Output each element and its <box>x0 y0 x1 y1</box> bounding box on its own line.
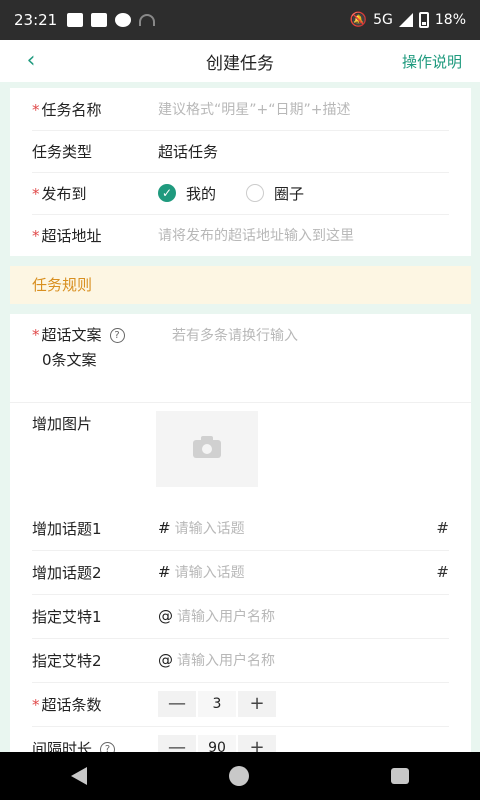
basic-info-card: * 任务名称 建议格式“明星”+“日期”+描述 任务类型 超话任务 * 发布到 ✓ … <box>10 88 471 256</box>
radio-circle-icon[interactable] <box>246 184 265 202</box>
status-bar: 23:21 🔕 5G 18% <box>0 0 480 40</box>
post-count-value[interactable]: 3 <box>198 691 236 717</box>
topic2-input[interactable]: 请输入话题 <box>175 562 245 582</box>
at-prefix: @ <box>158 607 173 625</box>
copy-count: 0条文案 <box>42 351 97 369</box>
increment-button[interactable]: + <box>238 691 276 717</box>
battery-icon <box>418 12 429 28</box>
alert-icon <box>91 13 108 27</box>
chaohua-url-row[interactable]: * 超话地址 请将发布的超话地址输入到这里 <box>10 214 471 256</box>
message-icon <box>67 13 84 27</box>
task-type-label: 任务类型 <box>32 142 93 161</box>
nav-home-icon[interactable] <box>229 766 249 786</box>
mention1-input[interactable]: 请输入用户名称 <box>177 606 275 626</box>
post-count-label: 超话条数 <box>41 695 102 714</box>
task-name-row[interactable]: * 任务名称 建议格式“明星”+“日期”+描述 <box>10 88 471 130</box>
task-name-input[interactable]: 建议格式“明星”+“日期”+描述 <box>158 99 350 119</box>
mention2-row[interactable]: 指定艾特2 @ 请输入用户名称 <box>10 638 471 682</box>
app-header: ‹ 创建任务 操作说明 <box>0 40 480 82</box>
topic1-row[interactable]: 增加话题1 # 请输入话题 # <box>10 506 471 550</box>
mention1-row[interactable]: 指定艾特1 @ 请输入用户名称 <box>10 594 471 638</box>
nav-recents-icon[interactable] <box>391 768 409 784</box>
post-count-row: * 超话条数 — 3 + <box>10 682 471 726</box>
interval-row: 间隔时长? — 90 + <box>10 726 471 754</box>
camera-icon <box>193 436 221 458</box>
image-block: 增加图片 <box>10 402 471 506</box>
help-icon[interactable]: ? <box>109 328 125 343</box>
add-image-button[interactable] <box>156 411 258 487</box>
topic2-row[interactable]: 增加话题2 # 请输入话题 # <box>10 550 471 594</box>
hash-suffix: # <box>436 519 449 537</box>
required-mark: * <box>32 226 40 245</box>
topic2-label: 增加话题2 <box>32 563 102 582</box>
rules-section-title: 任务规则 <box>10 266 471 304</box>
back-icon[interactable]: ‹ <box>18 48 44 74</box>
decrement-button[interactable]: — <box>158 691 196 717</box>
mention1-label: 指定艾特1 <box>32 607 102 626</box>
network-type: 5G <box>373 12 393 28</box>
nav-back-icon[interactable] <box>71 767 87 785</box>
copy-block[interactable]: * 超话文案? 若有多条请换行输入 0条文案 <box>10 314 471 402</box>
mute-icon: 🔕 <box>349 12 368 28</box>
hash-suffix: # <box>436 563 449 581</box>
hash-prefix: # <box>158 519 171 537</box>
wifi-icon <box>139 14 156 26</box>
radio-mine-checked-icon[interactable]: ✓ <box>158 184 176 202</box>
required-mark: * <box>32 100 40 119</box>
status-time: 23:21 <box>14 11 58 29</box>
signal-icon <box>398 13 413 27</box>
at-prefix: @ <box>158 651 173 669</box>
radio-mine-label[interactable]: 我的 <box>186 183 216 204</box>
publish-to-label: 发布到 <box>41 184 87 203</box>
required-mark: * <box>32 695 40 714</box>
topic1-label: 增加话题1 <box>32 519 102 538</box>
task-type-value: 超话任务 <box>158 142 219 161</box>
copy-textarea[interactable]: 若有多条请换行输入 <box>172 325 298 345</box>
task-type-row: 任务类型 超话任务 <box>10 130 471 172</box>
publish-to-row: * 发布到 ✓ 我的 圈子 <box>10 172 471 214</box>
required-mark: * <box>32 326 40 344</box>
topic1-input[interactable]: 请输入话题 <box>175 518 245 538</box>
chaohua-url-label: 超话地址 <box>41 226 102 245</box>
mention2-label: 指定艾特2 <box>32 651 102 670</box>
system-nav-bar <box>0 752 480 800</box>
image-label: 增加图片 <box>32 415 93 433</box>
chaohua-url-input[interactable]: 请将发布的超话地址输入到这里 <box>158 225 354 245</box>
rules-card: * 超话文案? 若有多条请换行输入 0条文案 增加图片 增加话题1 # 请输入话题… <box>10 314 471 754</box>
post-count-stepper: — 3 + <box>158 691 276 717</box>
help-link[interactable]: 操作说明 <box>402 51 462 72</box>
required-mark: * <box>32 184 40 203</box>
wechat-icon <box>115 13 132 27</box>
mention2-input[interactable]: 请输入用户名称 <box>177 650 275 670</box>
task-name-label: 任务名称 <box>41 100 102 119</box>
copy-label: 超话文案 <box>41 326 102 344</box>
hash-prefix: # <box>158 563 171 581</box>
radio-circle-label[interactable]: 圈子 <box>274 183 304 204</box>
battery-level: 18% <box>434 12 466 28</box>
